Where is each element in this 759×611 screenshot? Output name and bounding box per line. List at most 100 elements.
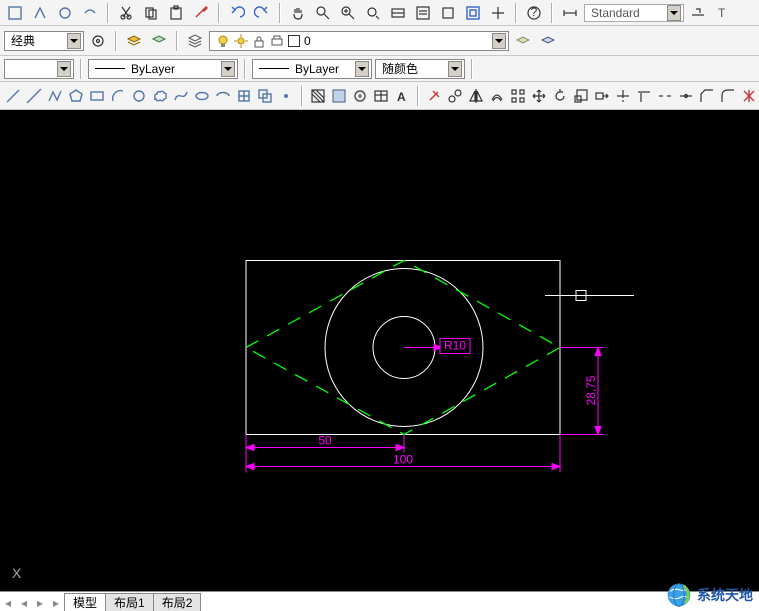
tool-icon[interactable]: [387, 2, 409, 24]
scale-icon[interactable]: [572, 85, 590, 107]
rectangle-icon[interactable]: [88, 85, 106, 107]
tab-model[interactable]: 模型: [64, 593, 106, 611]
tab-scroll-first[interactable]: ◂: [0, 595, 16, 611]
dimstyle-dropdown[interactable]: Standard: [584, 4, 684, 22]
model-viewport[interactable]: R10 50 100 28,75 X: [0, 110, 759, 611]
color-swatch: [288, 35, 300, 47]
zoom-window-icon[interactable]: [337, 2, 359, 24]
separator: [176, 31, 178, 51]
dim-update-icon[interactable]: [687, 2, 709, 24]
plot-icon: [270, 34, 284, 48]
layer-prev-icon[interactable]: [537, 30, 559, 52]
region-icon[interactable]: [351, 85, 369, 107]
chamfer-icon[interactable]: [698, 85, 716, 107]
tab-model-label: 模型: [73, 594, 97, 611]
match-icon[interactable]: [190, 2, 212, 24]
stretch-icon[interactable]: [593, 85, 611, 107]
erase-icon[interactable]: [425, 85, 443, 107]
chevron-down-icon: [492, 33, 506, 49]
linetype-dropdown[interactable]: ByLayer: [88, 59, 238, 79]
color-dropdown[interactable]: [4, 59, 74, 79]
separator: [115, 31, 117, 51]
separator: [218, 3, 220, 23]
ellipse-arc-icon[interactable]: [214, 85, 232, 107]
lineweight-dropdown[interactable]: ByLayer: [252, 59, 372, 79]
rotate-icon[interactable]: [551, 85, 569, 107]
dimstyle-label: Standard: [591, 6, 663, 20]
properties-icon[interactable]: [412, 2, 434, 24]
tab-scroll-prev[interactable]: ◂: [16, 595, 32, 611]
tool-icon[interactable]: [79, 2, 101, 24]
spline-icon[interactable]: [172, 85, 190, 107]
tool-icon[interactable]: [487, 2, 509, 24]
polygon-icon[interactable]: [67, 85, 85, 107]
block-icon[interactable]: [256, 85, 274, 107]
mtext-icon[interactable]: A: [393, 85, 411, 107]
toolbar-properties: ByLayer ByLayer 随颜色: [0, 56, 759, 82]
move-icon[interactable]: [530, 85, 548, 107]
paste-icon[interactable]: [165, 2, 187, 24]
tool-icon[interactable]: [4, 2, 26, 24]
layer-new-icon[interactable]: [148, 30, 170, 52]
separator: [279, 3, 281, 23]
copy-obj-icon[interactable]: [446, 85, 464, 107]
explode-icon[interactable]: [740, 85, 758, 107]
workspace-settings-icon[interactable]: [87, 30, 109, 52]
pan-icon[interactable]: [287, 2, 309, 24]
help-icon[interactable]: ?: [523, 2, 545, 24]
zoom-prev-icon[interactable]: [362, 2, 384, 24]
dim-style-icon[interactable]: [559, 2, 581, 24]
line-icon[interactable]: [4, 85, 22, 107]
trim-icon[interactable]: [614, 85, 632, 107]
workspace-dropdown[interactable]: 经典: [4, 31, 84, 51]
circle-icon[interactable]: [130, 85, 148, 107]
undo-icon[interactable]: [226, 2, 248, 24]
tab-layout1[interactable]: 布局1: [105, 593, 154, 611]
lineweight-preview: [259, 68, 289, 69]
linetype-label: ByLayer: [131, 62, 217, 76]
cut-icon[interactable]: [115, 2, 137, 24]
pline-icon[interactable]: [46, 85, 64, 107]
tab-scroll-last[interactable]: ▸: [48, 595, 64, 611]
separator: [471, 59, 473, 79]
break-icon[interactable]: [656, 85, 674, 107]
offset-icon[interactable]: [488, 85, 506, 107]
toolbar-top: ? Standard T: [0, 0, 759, 26]
copy-icon[interactable]: [140, 2, 162, 24]
tool-icon[interactable]: [29, 2, 51, 24]
plotstyle-dropdown[interactable]: 随颜色: [375, 59, 465, 79]
layer-prop-icon[interactable]: [123, 30, 145, 52]
tool-icon[interactable]: [54, 2, 76, 24]
layer-dropdown[interactable]: 0: [209, 31, 509, 51]
tool-icon[interactable]: [462, 2, 484, 24]
separator: [417, 86, 419, 106]
redo-icon[interactable]: [251, 2, 273, 24]
watermark-text: 系统天地: [697, 585, 753, 605]
fillet-icon[interactable]: [719, 85, 737, 107]
tab-layout2-label: 布局2: [162, 594, 193, 611]
dim-28-75: 28,75: [584, 375, 598, 405]
mirror-icon[interactable]: [467, 85, 485, 107]
tab-layout2[interactable]: 布局2: [153, 593, 202, 611]
array-icon[interactable]: [509, 85, 527, 107]
layer-state-icon[interactable]: [512, 30, 534, 52]
zoom-icon[interactable]: [312, 2, 334, 24]
ellipse-icon[interactable]: [193, 85, 211, 107]
hatch-icon[interactable]: [309, 85, 327, 107]
insert-icon[interactable]: [235, 85, 253, 107]
table-icon[interactable]: [372, 85, 390, 107]
point-icon[interactable]: [277, 85, 295, 107]
bulb-icon: [216, 34, 230, 48]
xline-icon[interactable]: [25, 85, 43, 107]
plotstyle-label: 随颜色: [382, 60, 444, 77]
arc-icon[interactable]: [109, 85, 127, 107]
tool-icon[interactable]: [437, 2, 459, 24]
revcloud-icon[interactable]: [151, 85, 169, 107]
extend-icon[interactable]: [635, 85, 653, 107]
gradient-icon[interactable]: [330, 85, 348, 107]
layers-icon[interactable]: [184, 30, 206, 52]
cad-drawing: R10 50 100 28,75: [0, 110, 759, 611]
separator: [515, 3, 517, 23]
join-icon[interactable]: [677, 85, 695, 107]
tab-scroll-next[interactable]: ▸: [32, 595, 48, 611]
